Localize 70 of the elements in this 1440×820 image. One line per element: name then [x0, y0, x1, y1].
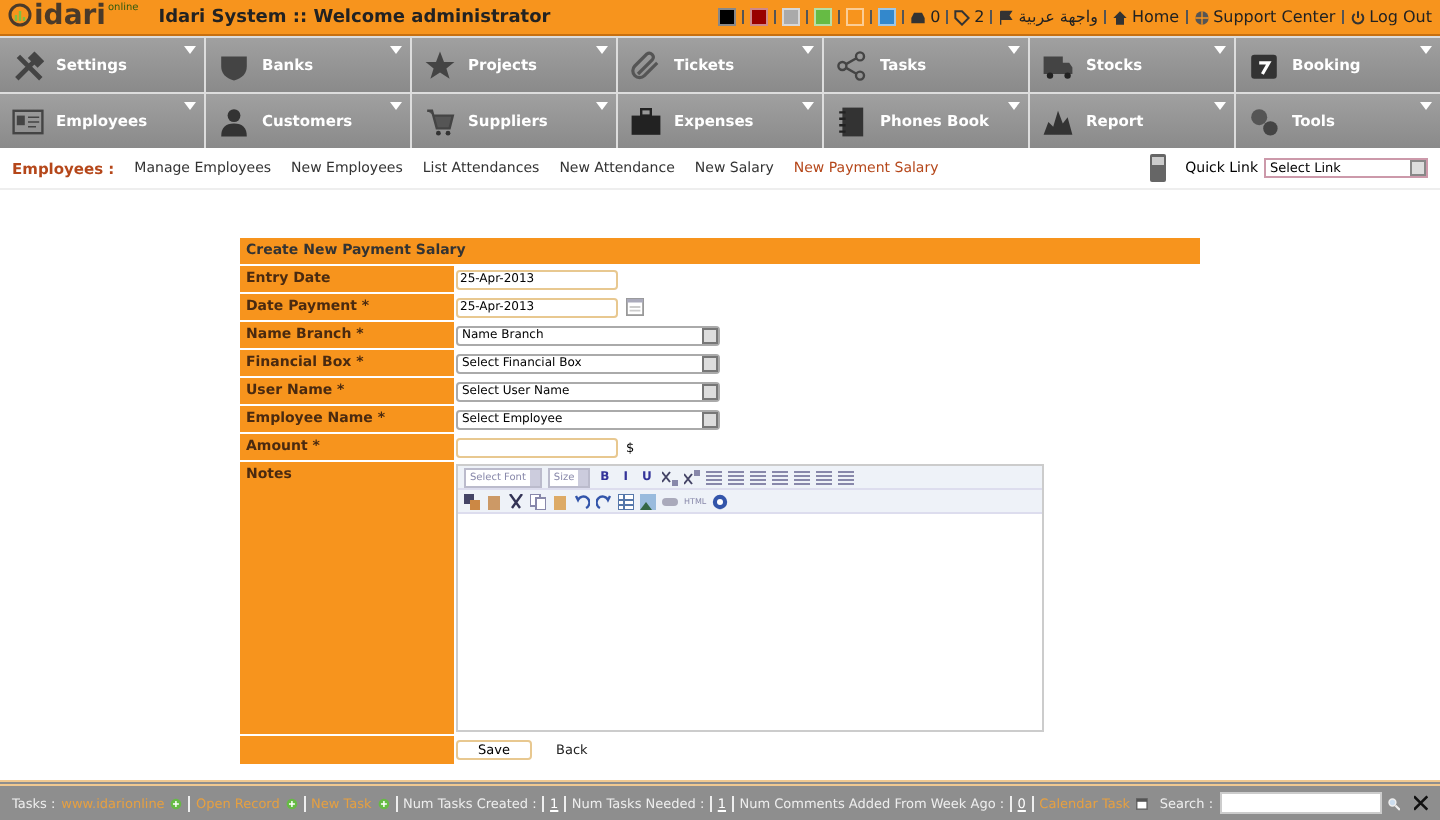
search-field[interactable] [1219, 792, 1383, 814]
bulleted-list-icon[interactable] [771, 469, 788, 485]
header-link[interactable]: Home [1111, 8, 1180, 26]
add-icon[interactable] [285, 795, 298, 811]
align-right-icon[interactable] [749, 469, 766, 485]
id-card-icon [12, 105, 44, 137]
color-swatch[interactable] [878, 8, 897, 26]
amount-field[interactable] [456, 437, 618, 457]
copy-icon[interactable] [530, 493, 546, 509]
color-swatch[interactable] [782, 8, 801, 26]
home-icon [1111, 9, 1128, 25]
dropdown-caret-icon [802, 102, 814, 110]
cut-icon[interactable] [508, 493, 524, 509]
redo-icon[interactable] [596, 493, 612, 509]
dropdown-caret-icon [390, 46, 402, 54]
image-icon[interactable] [640, 493, 656, 509]
inbox-icon [910, 9, 927, 25]
close-icon[interactable] [1414, 794, 1428, 812]
dropdown-caret-icon [184, 102, 196, 110]
dropdown-caret-icon [1420, 102, 1432, 110]
logo-icon [8, 2, 32, 28]
person-icon [218, 105, 250, 137]
subscript-icon[interactable] [661, 469, 678, 485]
dropdown-caret-icon [184, 46, 196, 54]
calendar-icon[interactable] [1136, 795, 1148, 811]
color-swatch[interactable] [846, 8, 865, 26]
phone-icon [1149, 154, 1166, 182]
notebook-icon [836, 105, 868, 137]
table-icon[interactable] [618, 493, 634, 509]
header-link[interactable]: 0 [910, 8, 941, 26]
wrench-icon [12, 49, 44, 81]
nodes-icon [836, 49, 868, 81]
dropdown-caret-icon [390, 102, 402, 110]
briefcase-icon [630, 105, 662, 137]
globe-icon [1193, 9, 1210, 25]
undo-icon[interactable] [574, 493, 590, 509]
dropdown-caret-icon [1420, 46, 1432, 54]
header-link[interactable]: واجهة عربية [998, 8, 1098, 26]
align-center-icon[interactable] [727, 469, 744, 485]
color-swatch[interactable] [750, 8, 769, 26]
format-icon[interactable] [464, 493, 480, 509]
dropdown-caret-icon [596, 46, 608, 54]
search-icon[interactable] [1388, 795, 1401, 811]
header-link[interactable]: Log Out [1349, 8, 1432, 26]
calendar-icon [1248, 49, 1280, 81]
numbered-list-icon[interactable] [793, 469, 810, 485]
dropdown-caret-icon [1214, 46, 1226, 54]
add-icon[interactable] [377, 795, 390, 811]
superscript-icon[interactable] [683, 469, 700, 485]
dropdown-caret-icon [802, 46, 814, 54]
flag-icon [998, 9, 1015, 25]
header-link[interactable]: 2 [954, 8, 985, 26]
outdent-icon[interactable] [815, 469, 832, 485]
header-link[interactable]: Support Center [1193, 8, 1336, 26]
indent-icon[interactable] [837, 469, 854, 485]
dropdown-caret-icon [596, 102, 608, 110]
window-title: Idari System :: Welcome administrator [158, 7, 553, 27]
tag-icon [954, 9, 971, 25]
dropdown-caret-icon [1008, 102, 1020, 110]
cart-icon [424, 105, 456, 137]
dropdown-caret-icon [1008, 46, 1020, 54]
dropdown-caret-icon [1214, 102, 1226, 110]
paperclip-icon [630, 49, 662, 81]
color-swatch[interactable] [814, 8, 833, 26]
add-icon[interactable] [170, 795, 183, 811]
color-swatch[interactable] [718, 8, 737, 26]
logo-text: idari [34, 2, 106, 32]
dropdown-icon [1410, 160, 1426, 176]
power-icon [1349, 9, 1366, 25]
star-icon [424, 49, 456, 81]
